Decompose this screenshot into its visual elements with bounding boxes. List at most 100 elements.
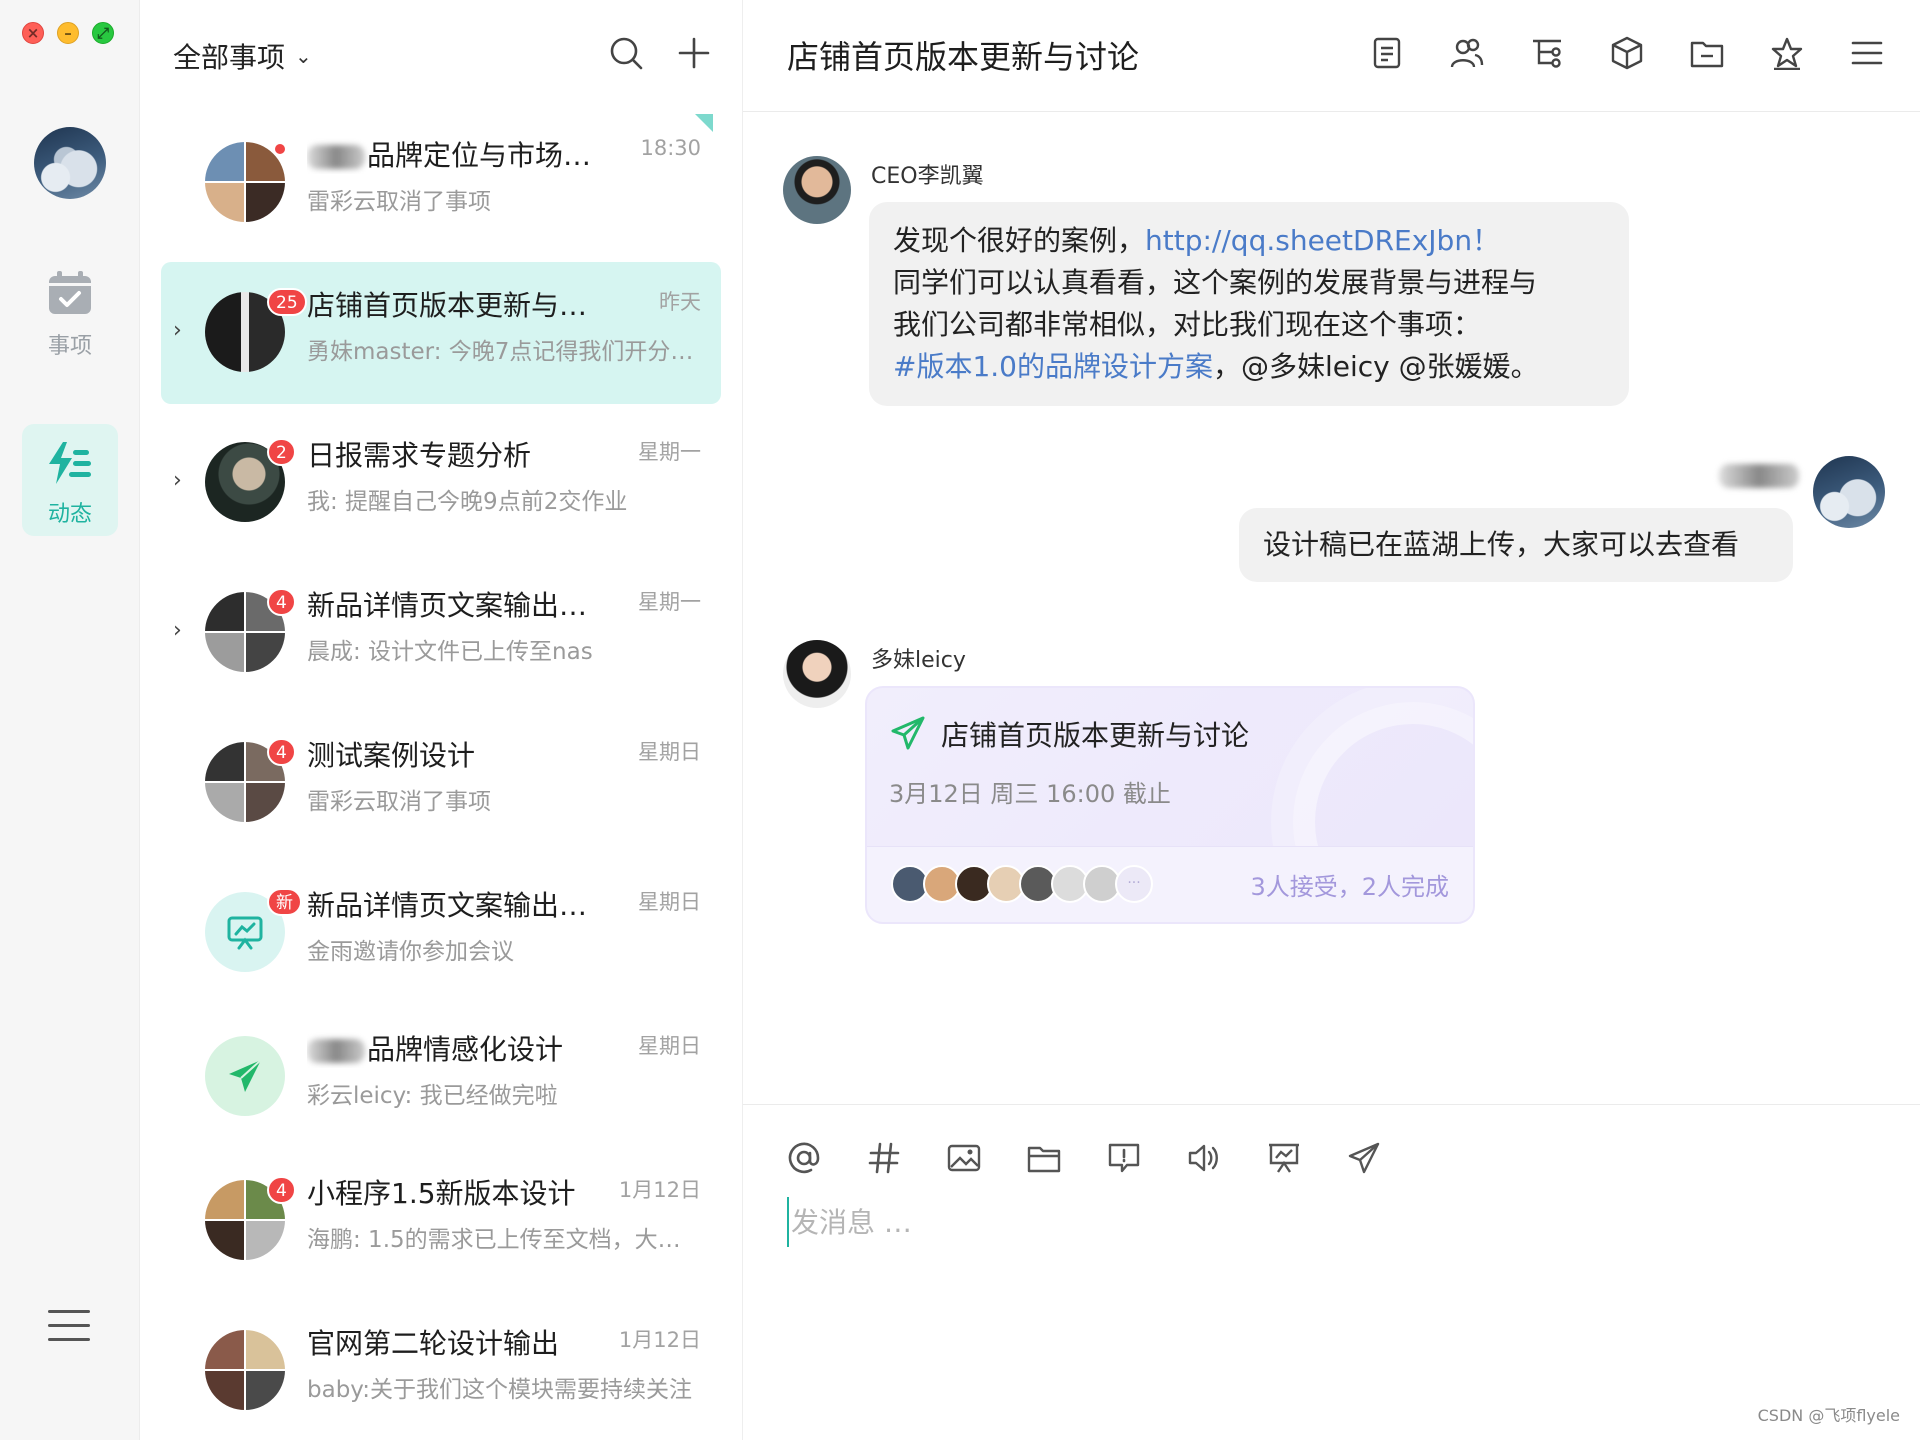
conversation-title: 官网第二轮设计输出 (307, 1327, 560, 1360)
rail-item-events[interactable]: 事项 (22, 270, 118, 360)
my-message-avatar[interactable] (1813, 456, 1885, 528)
sender-avatar[interactable] (783, 640, 851, 708)
conversation-preview: 晨成: 设计文件已上传至nas (307, 639, 593, 665)
conversation-item[interactable]: 新 新品详情页文案输出… 星期日 金雨邀请你参加会议 (161, 862, 721, 1004)
unread-badge: 4 (267, 738, 296, 766)
conversation-preview: 我: 提醒自己今晚9点前2交作业 (307, 489, 628, 515)
message-link[interactable]: http://qq.sheetDRExJbn！ (1145, 224, 1500, 257)
task-deadline: 3月12日 周三 16:00 截止 (889, 780, 1171, 808)
conversation-time: 1月12日 (618, 1178, 701, 1202)
message-input[interactable] (787, 1197, 1687, 1247)
chevron-right-icon[interactable]: › (173, 468, 182, 493)
cube-icon[interactable] (1610, 36, 1644, 70)
conversation-item[interactable]: 官网第二轮设计输出 1月12日 baby:关于我们这个模块需要持续关注 (161, 1300, 721, 1440)
task-card-footer: ··· 3人接受，2人完成 (867, 846, 1473, 922)
rail-menu-button[interactable] (48, 1310, 90, 1352)
conversation-item[interactable]: 4 测试案例设计 星期日 雷彩云取消了事项 (161, 712, 721, 854)
sender-name: CEO李凯翼 (871, 164, 984, 189)
folder-icon[interactable] (1027, 1141, 1061, 1175)
message-bubble: 发现个很好的案例，http://qq.sheetDRExJbn！ 同学们可以认真… (869, 202, 1629, 406)
chat-header: 店铺首页版本更新与讨论 (743, 0, 1920, 112)
unread-badge: 2 (267, 438, 296, 466)
task-title: 店铺首页版本更新与讨论 (941, 719, 1250, 752)
search-icon[interactable] (609, 36, 643, 70)
add-icon[interactable] (677, 36, 711, 70)
folder-icon[interactable] (1690, 36, 1724, 70)
presentation-icon (227, 916, 263, 950)
filter-label: 全部事项 (173, 41, 286, 74)
conversation-preview: baby:关于我们这个模块需要持续关注 (307, 1377, 692, 1403)
chat-panel: 店铺首页版本更新与讨论 CEO李凯翼 发现个很好的案例，http://qq.sh… (742, 0, 1920, 1440)
chevron-down-icon: ⌄ (295, 44, 312, 68)
conversation-time: 星期日 (638, 890, 701, 914)
chevron-right-icon[interactable]: › (173, 318, 182, 343)
list-header-actions (609, 36, 711, 70)
conversation-preview: 彩云leicy: 我已经做完啦 (307, 1083, 558, 1109)
minimize-window-button[interactable] (57, 22, 79, 44)
document-icon[interactable] (1370, 36, 1404, 70)
message-line: 我们公司都非常相似，对比我们现在这个事项： (893, 308, 1482, 341)
menu-icon (48, 1310, 90, 1313)
rail-item-dynamic[interactable]: 动态 (22, 424, 118, 536)
conversation-time: 星期一 (638, 590, 701, 614)
conversation-time: 18:30 (640, 136, 701, 160)
members-icon[interactable] (1450, 36, 1484, 70)
send-plane-icon[interactable] (1347, 1141, 1381, 1175)
chat-header-toolbar (1370, 36, 1884, 70)
conversation-time: 星期一 (638, 440, 701, 464)
calendar-check-icon (49, 271, 91, 314)
conversation-title: 新品详情页文案输出… (307, 589, 588, 622)
conversation-item[interactable]: › 2 日报需求专题分析 星期一 我: 提醒自己今晚9点前2交作业 (161, 412, 721, 554)
voice-icon[interactable] (1187, 1141, 1221, 1175)
conversation-time: 1月12日 (618, 1328, 701, 1352)
conversation-time: 星期日 (638, 740, 701, 764)
mention-icon[interactable] (787, 1141, 821, 1175)
message-bubble-self: 设计稿已在蓝湖上传，大家可以去查看 (1239, 508, 1793, 582)
image-icon[interactable] (947, 1141, 981, 1175)
conversation-preview: 金雨邀请你参加会议 (307, 939, 514, 965)
task-status-summary[interactable]: 3人接受，2人完成 (1250, 867, 1449, 902)
chevron-right-icon[interactable]: › (173, 618, 182, 643)
message-line: 同学们可以认真看看，这个案例的发展背景与进程与 (893, 266, 1538, 299)
group-avatar (205, 1330, 285, 1410)
chat-title: 店铺首页版本更新与讨论 (787, 38, 1140, 76)
fullscreen-window-button[interactable] (92, 22, 114, 44)
comment-alert-icon[interactable] (1107, 1141, 1141, 1175)
menu-icon[interactable] (1850, 36, 1884, 70)
conversation-title: 品牌情感化设计 (307, 1028, 607, 1068)
message-composer (743, 1104, 1920, 1440)
new-badge: 新 (267, 888, 302, 916)
unread-badge: 4 (267, 588, 296, 616)
presentation-icon[interactable] (1267, 1141, 1301, 1175)
conversation-title: 小程序1.5新版本设计 (307, 1177, 576, 1210)
filter-dropdown[interactable]: 全部事项 ⌄ (173, 36, 312, 76)
conversation-list-panel: 全部事项 ⌄ 品牌定位与市场推出 18:30 雷彩云取消了事项 › 25 店铺首… (141, 0, 741, 1440)
watermark: CSDN @飞项flyele (1757, 1406, 1900, 1425)
conversation-preview: 雷彩云取消了事项 (307, 189, 491, 215)
unread-badge: 25 (267, 288, 307, 316)
composer-toolbar (787, 1141, 1381, 1175)
sender-avatar[interactable] (783, 156, 851, 224)
participant-avatars[interactable]: ··· (891, 865, 1153, 903)
my-avatar[interactable] (34, 127, 106, 199)
message-line: #版本1.0的品牌设计方案，@多妹leicy @张媛媛。 (893, 350, 1539, 383)
conversation-item[interactable]: 品牌情感化设计 星期日 彩云leicy: 我已经做完啦 (161, 1006, 721, 1148)
unread-badge: 4 (267, 1176, 296, 1204)
group-avatar (205, 142, 285, 222)
conversation-item-active[interactable]: › 25 店铺首页版本更新与… 昨天 勇妹master: 今晚7点记得我们开分… (161, 262, 721, 404)
rail-events-label: 事项 (47, 334, 92, 359)
tree-structure-icon[interactable] (1530, 36, 1564, 70)
unread-dot (273, 142, 287, 156)
conversation-preview: 海鹏: 1.5的需求已上传至文档，大… (307, 1227, 681, 1253)
conversation-item[interactable]: 4 小程序1.5新版本设计 1月12日 海鹏: 1.5的需求已上传至文档，大… (161, 1150, 721, 1292)
topic-tag-link[interactable]: #版本1.0的品牌设计方案 (893, 350, 1213, 383)
more-participants-icon: ··· (1115, 865, 1153, 903)
conversation-item[interactable]: 品牌定位与市场推出 18:30 雷彩云取消了事项 (161, 112, 721, 254)
close-window-button[interactable] (22, 22, 44, 44)
conversation-title: 店铺首页版本更新与… (307, 289, 588, 322)
conversation-item[interactable]: › 4 新品详情页文案输出… 星期一 晨成: 设计文件已上传至nas (161, 562, 721, 704)
task-card[interactable]: 店铺首页版本更新与讨论 3月12日 周三 16:00 截止 ··· 3人接受，2… (865, 686, 1475, 924)
task-avatar (205, 1036, 285, 1116)
star-icon[interactable] (1770, 36, 1804, 70)
hashtag-icon[interactable] (867, 1141, 901, 1175)
